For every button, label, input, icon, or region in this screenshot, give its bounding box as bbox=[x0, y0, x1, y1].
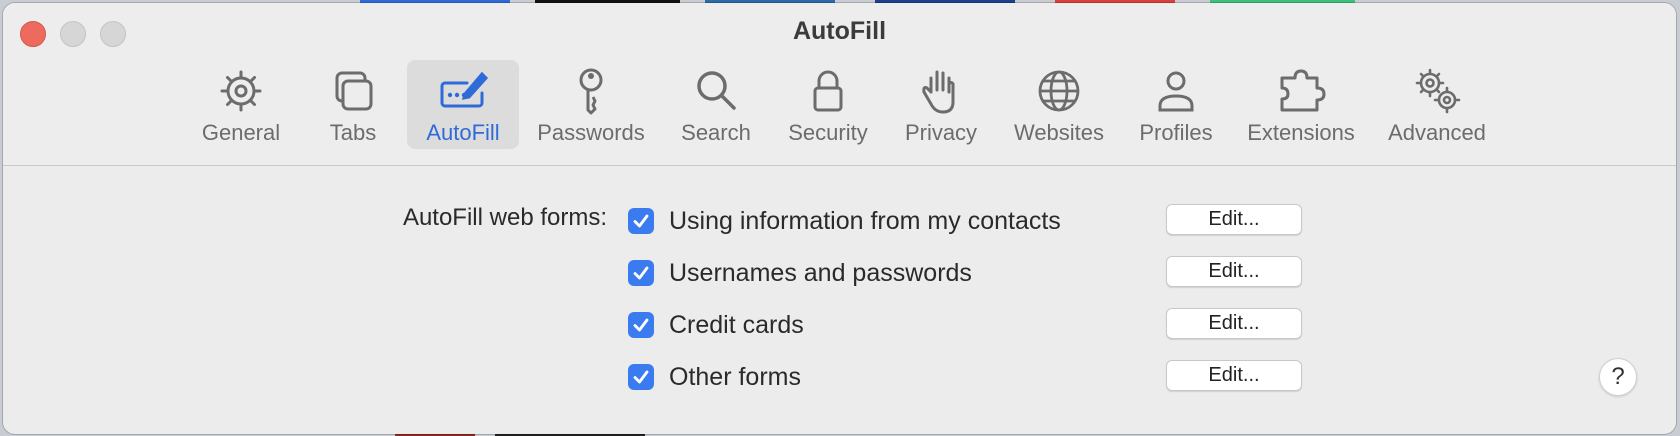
tab-label: Passwords bbox=[537, 120, 645, 145]
tab-search[interactable]: Search bbox=[668, 60, 764, 149]
puzzle-icon bbox=[1280, 69, 1326, 112]
tab-label: Privacy bbox=[904, 120, 978, 145]
tab-label: AutoFill bbox=[426, 120, 500, 145]
edit-usernames-passwords-button[interactable]: Edit... bbox=[1166, 256, 1302, 287]
person-icon bbox=[1158, 71, 1194, 112]
autofill-web-forms-label: AutoFill web forms: bbox=[402, 204, 607, 231]
tab-tabs[interactable]: Tabs bbox=[310, 60, 396, 149]
toolbar: AutoFill General Tabs AutoFill Passwords… bbox=[3, 3, 1676, 166]
gear-icon bbox=[220, 70, 262, 112]
option-label: Other forms bbox=[669, 362, 801, 391]
window-title: AutoFill bbox=[792, 17, 887, 45]
puzzle-outline bbox=[1280, 69, 1326, 112]
lock-icon bbox=[813, 70, 843, 112]
option-credit-cards: Credit cards bbox=[628, 308, 804, 342]
tab-general[interactable]: General bbox=[193, 60, 289, 149]
checkmark-icon bbox=[633, 370, 649, 384]
credit-cards-checkbox[interactable] bbox=[628, 312, 654, 338]
globe-icon bbox=[1038, 70, 1080, 112]
tab-label: Websites bbox=[1013, 120, 1105, 145]
help-button[interactable]: ? bbox=[1599, 358, 1637, 396]
edit-credit-cards-button[interactable]: Edit... bbox=[1166, 308, 1302, 339]
tab-label: Advanced bbox=[1388, 120, 1486, 145]
tab-advanced[interactable]: Advanced bbox=[1381, 60, 1493, 149]
gears-icon bbox=[1415, 68, 1461, 114]
tab-security[interactable]: Security bbox=[778, 60, 878, 149]
hand-icon bbox=[922, 70, 955, 114]
tabs-icon bbox=[335, 71, 373, 111]
tab-autofill[interactable]: AutoFill bbox=[407, 60, 519, 149]
preferences-window: AutoFill General Tabs AutoFill Passwords… bbox=[3, 3, 1676, 434]
tab-passwords[interactable]: Passwords bbox=[528, 60, 654, 149]
tab-websites[interactable]: Websites bbox=[1003, 60, 1115, 149]
other-forms-checkbox[interactable] bbox=[628, 364, 654, 390]
tab-label: General bbox=[201, 120, 281, 145]
tab-profiles[interactable]: Profiles bbox=[1130, 60, 1222, 149]
contacts-checkbox[interactable] bbox=[628, 208, 654, 234]
option-label: Usernames and passwords bbox=[669, 258, 972, 287]
edit-other-forms-button[interactable]: Edit... bbox=[1166, 360, 1302, 391]
edit-contacts-button[interactable]: Edit... bbox=[1166, 204, 1302, 235]
option-other-forms: Other forms bbox=[628, 360, 801, 394]
tab-label: Extensions bbox=[1247, 120, 1355, 145]
checkmark-icon bbox=[633, 214, 649, 228]
option-usernames-passwords: Usernames and passwords bbox=[628, 256, 972, 290]
tab-label: Profiles bbox=[1139, 120, 1213, 145]
checkmark-icon bbox=[633, 266, 649, 280]
key-icon bbox=[579, 68, 603, 115]
tab-label: Security bbox=[788, 120, 868, 145]
search-icon bbox=[697, 71, 736, 110]
checkmark-icon bbox=[633, 318, 649, 332]
option-contacts: Using information from my contacts bbox=[628, 204, 1061, 238]
tab-label: Tabs bbox=[329, 120, 377, 145]
option-label: Credit cards bbox=[669, 310, 804, 339]
option-label: Using information from my contacts bbox=[669, 206, 1061, 235]
autofill-icon bbox=[440, 71, 489, 108]
usernames-passwords-checkbox[interactable] bbox=[628, 260, 654, 286]
tab-extensions[interactable]: Extensions bbox=[1239, 60, 1363, 149]
tab-privacy[interactable]: Privacy bbox=[894, 60, 988, 149]
tab-label: Search bbox=[681, 120, 751, 145]
